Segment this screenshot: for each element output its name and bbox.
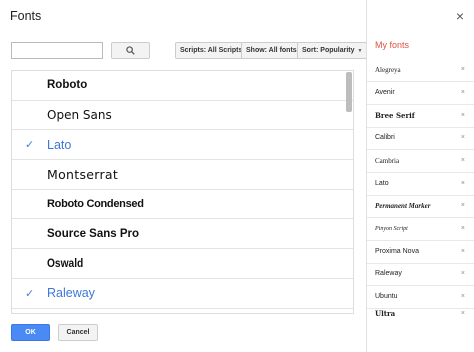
my-font-name: Alegreya [375,65,401,74]
ok-button[interactable]: OK [11,324,50,341]
check-icon: ✓ [25,287,35,300]
dialog-title: Fonts [10,9,42,23]
font-row-oswald[interactable]: Oswald [12,249,353,279]
my-font-name: Ubuntu [375,293,398,301]
my-font-item[interactable]: Pinyon Script × [367,218,474,241]
remove-icon[interactable]: × [461,293,465,300]
my-font-name: Pinyon Script [375,225,408,232]
font-name: Roboto [47,79,88,92]
remove-icon[interactable]: × [461,89,465,96]
remove-icon[interactable]: × [461,270,465,277]
sort-filter-dropdown[interactable]: Sort: Popularity ▼ [297,42,368,59]
my-font-name: Permanent Marker [375,201,431,210]
remove-icon[interactable]: × [461,202,465,209]
sort-filter-label: Sort: Popularity [302,47,355,54]
my-fonts-panel: × My fonts Alegreya × Avenir × Bree Seri… [366,0,474,352]
font-row-open-sans[interactable]: Open Sans [12,101,353,131]
my-font-item[interactable]: Permanent Marker × [367,195,474,218]
font-name: Montserrat [47,166,119,182]
my-font-item[interactable]: Ubuntu × [367,286,474,309]
my-font-item[interactable]: Raleway × [367,263,474,286]
remove-icon[interactable]: × [461,134,465,141]
search-input[interactable] [11,42,103,59]
my-font-item[interactable]: Bree Serif × [367,105,474,128]
show-filter-label: Show: All fonts [246,47,297,54]
my-font-name: Lato [375,180,389,188]
font-name: Roboto Condensed [47,198,144,211]
my-font-name: Raleway [375,270,402,278]
my-font-name: Proxima Nova [375,248,419,256]
font-name: Raleway [47,286,95,301]
fonts-dialog: Fonts Scripts: All Scripts ▼ Show: All f… [0,0,474,352]
font-list: Roboto Open Sans ✓ Lato Montserrat Robot… [11,70,354,314]
my-font-name: Ultra [375,309,396,317]
my-font-item[interactable]: Ultra × [367,309,474,317]
font-name: Source Sans Pro [47,227,140,240]
my-font-item[interactable]: Proxima Nova × [367,241,474,264]
font-row-lato[interactable]: ✓ Lato [12,130,353,161]
scripts-filter-label: Scripts: All Scripts [180,47,243,54]
font-row-raleway[interactable]: ✓ Raleway [12,279,353,309]
my-font-item[interactable]: Alegreya × [367,59,474,82]
my-font-name: Cambria [375,156,400,165]
my-fonts-title: My fonts [375,40,410,50]
search-button[interactable] [111,42,150,59]
cancel-button[interactable]: Cancel [58,324,98,341]
font-row-source-sans-pro[interactable]: Source Sans Pro [12,219,353,250]
remove-icon[interactable]: × [461,157,465,164]
font-row-montserrat[interactable]: Montserrat [12,160,353,190]
remove-icon[interactable]: × [461,225,465,232]
scrollbar-thumb[interactable] [346,72,352,112]
check-icon: ✓ [25,139,35,152]
my-font-name: Calibri [375,134,395,142]
close-icon[interactable]: × [456,8,464,24]
remove-icon[interactable]: × [461,248,465,255]
my-font-name: Bree Serif [375,111,415,121]
font-name: Oswald [47,256,84,271]
remove-icon[interactable]: × [461,112,465,119]
remove-icon[interactable]: × [461,180,465,187]
my-font-item[interactable]: Cambria × [367,150,474,173]
my-font-name: Avenir [375,89,395,97]
search-icon [126,46,135,55]
font-name: Open Sans [47,108,112,123]
my-font-item[interactable]: Avenir × [367,82,474,105]
remove-icon[interactable]: × [461,310,465,317]
my-font-item[interactable]: Lato × [367,173,474,196]
my-font-item[interactable]: Calibri × [367,127,474,150]
chevron-down-icon: ▼ [357,47,363,54]
font-name: Lato [47,137,72,152]
font-row-roboto-condensed[interactable]: Roboto Condensed [12,190,353,220]
font-row-roboto[interactable]: Roboto [12,71,353,101]
remove-icon[interactable]: × [461,66,465,73]
